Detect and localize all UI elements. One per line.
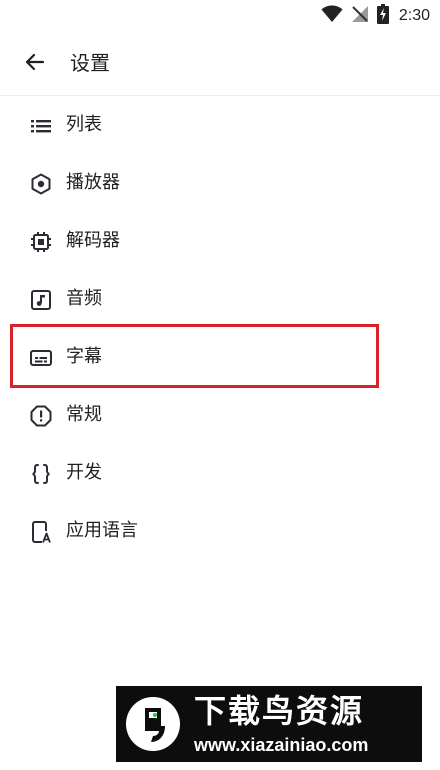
settings-item-label: 应用语言 [66,520,138,541]
watermark: 下载鸟资源 www.xiazainiao.com [116,686,422,762]
settings-item-player[interactable]: 播放器 [0,154,440,212]
settings-item-list[interactable]: 列表 [0,96,440,154]
settings-item-label: 解码器 [66,230,120,251]
settings-item-decoder[interactable]: 解码器 [0,212,440,270]
settings-item-app-language[interactable]: 应用语言 [0,502,440,560]
settings-item-audio[interactable]: 音频 [0,270,440,328]
wifi-icon [321,5,343,27]
info-octagon-icon [30,405,52,427]
settings-item-label: 开发 [66,462,102,483]
status-time: 2:30 [398,7,430,24]
no-signal-icon [351,5,369,27]
battery-charging-icon [376,4,389,28]
settings-item-label: 播放器 [66,172,120,193]
watermark-url: www.xiazainiao.com [194,735,369,755]
settings-item-general[interactable]: 常规 [0,386,440,444]
settings-item-label: 音频 [66,288,102,309]
code-braces-icon [30,463,52,485]
music-note-icon [30,289,52,311]
back-button[interactable] [20,49,50,79]
status-bar: 2:30 [0,0,440,32]
settings-item-label: 常规 [66,404,102,425]
app-bar: 设置 [0,40,440,96]
player-hexagon-icon [30,173,52,195]
highlight-box [10,324,379,388]
settings-item-developer[interactable]: 开发 [0,444,440,502]
app-language-icon [30,521,52,543]
bird-logo-icon [125,696,181,752]
status-icons: 2:30 [321,4,430,28]
list-icon [30,115,52,137]
watermark-title: 下载鸟资源 [194,692,365,730]
settings-item-label: 列表 [66,114,102,135]
page-title: 设置 [70,51,110,75]
arrow-left-icon [23,50,47,78]
chip-icon [30,231,52,253]
